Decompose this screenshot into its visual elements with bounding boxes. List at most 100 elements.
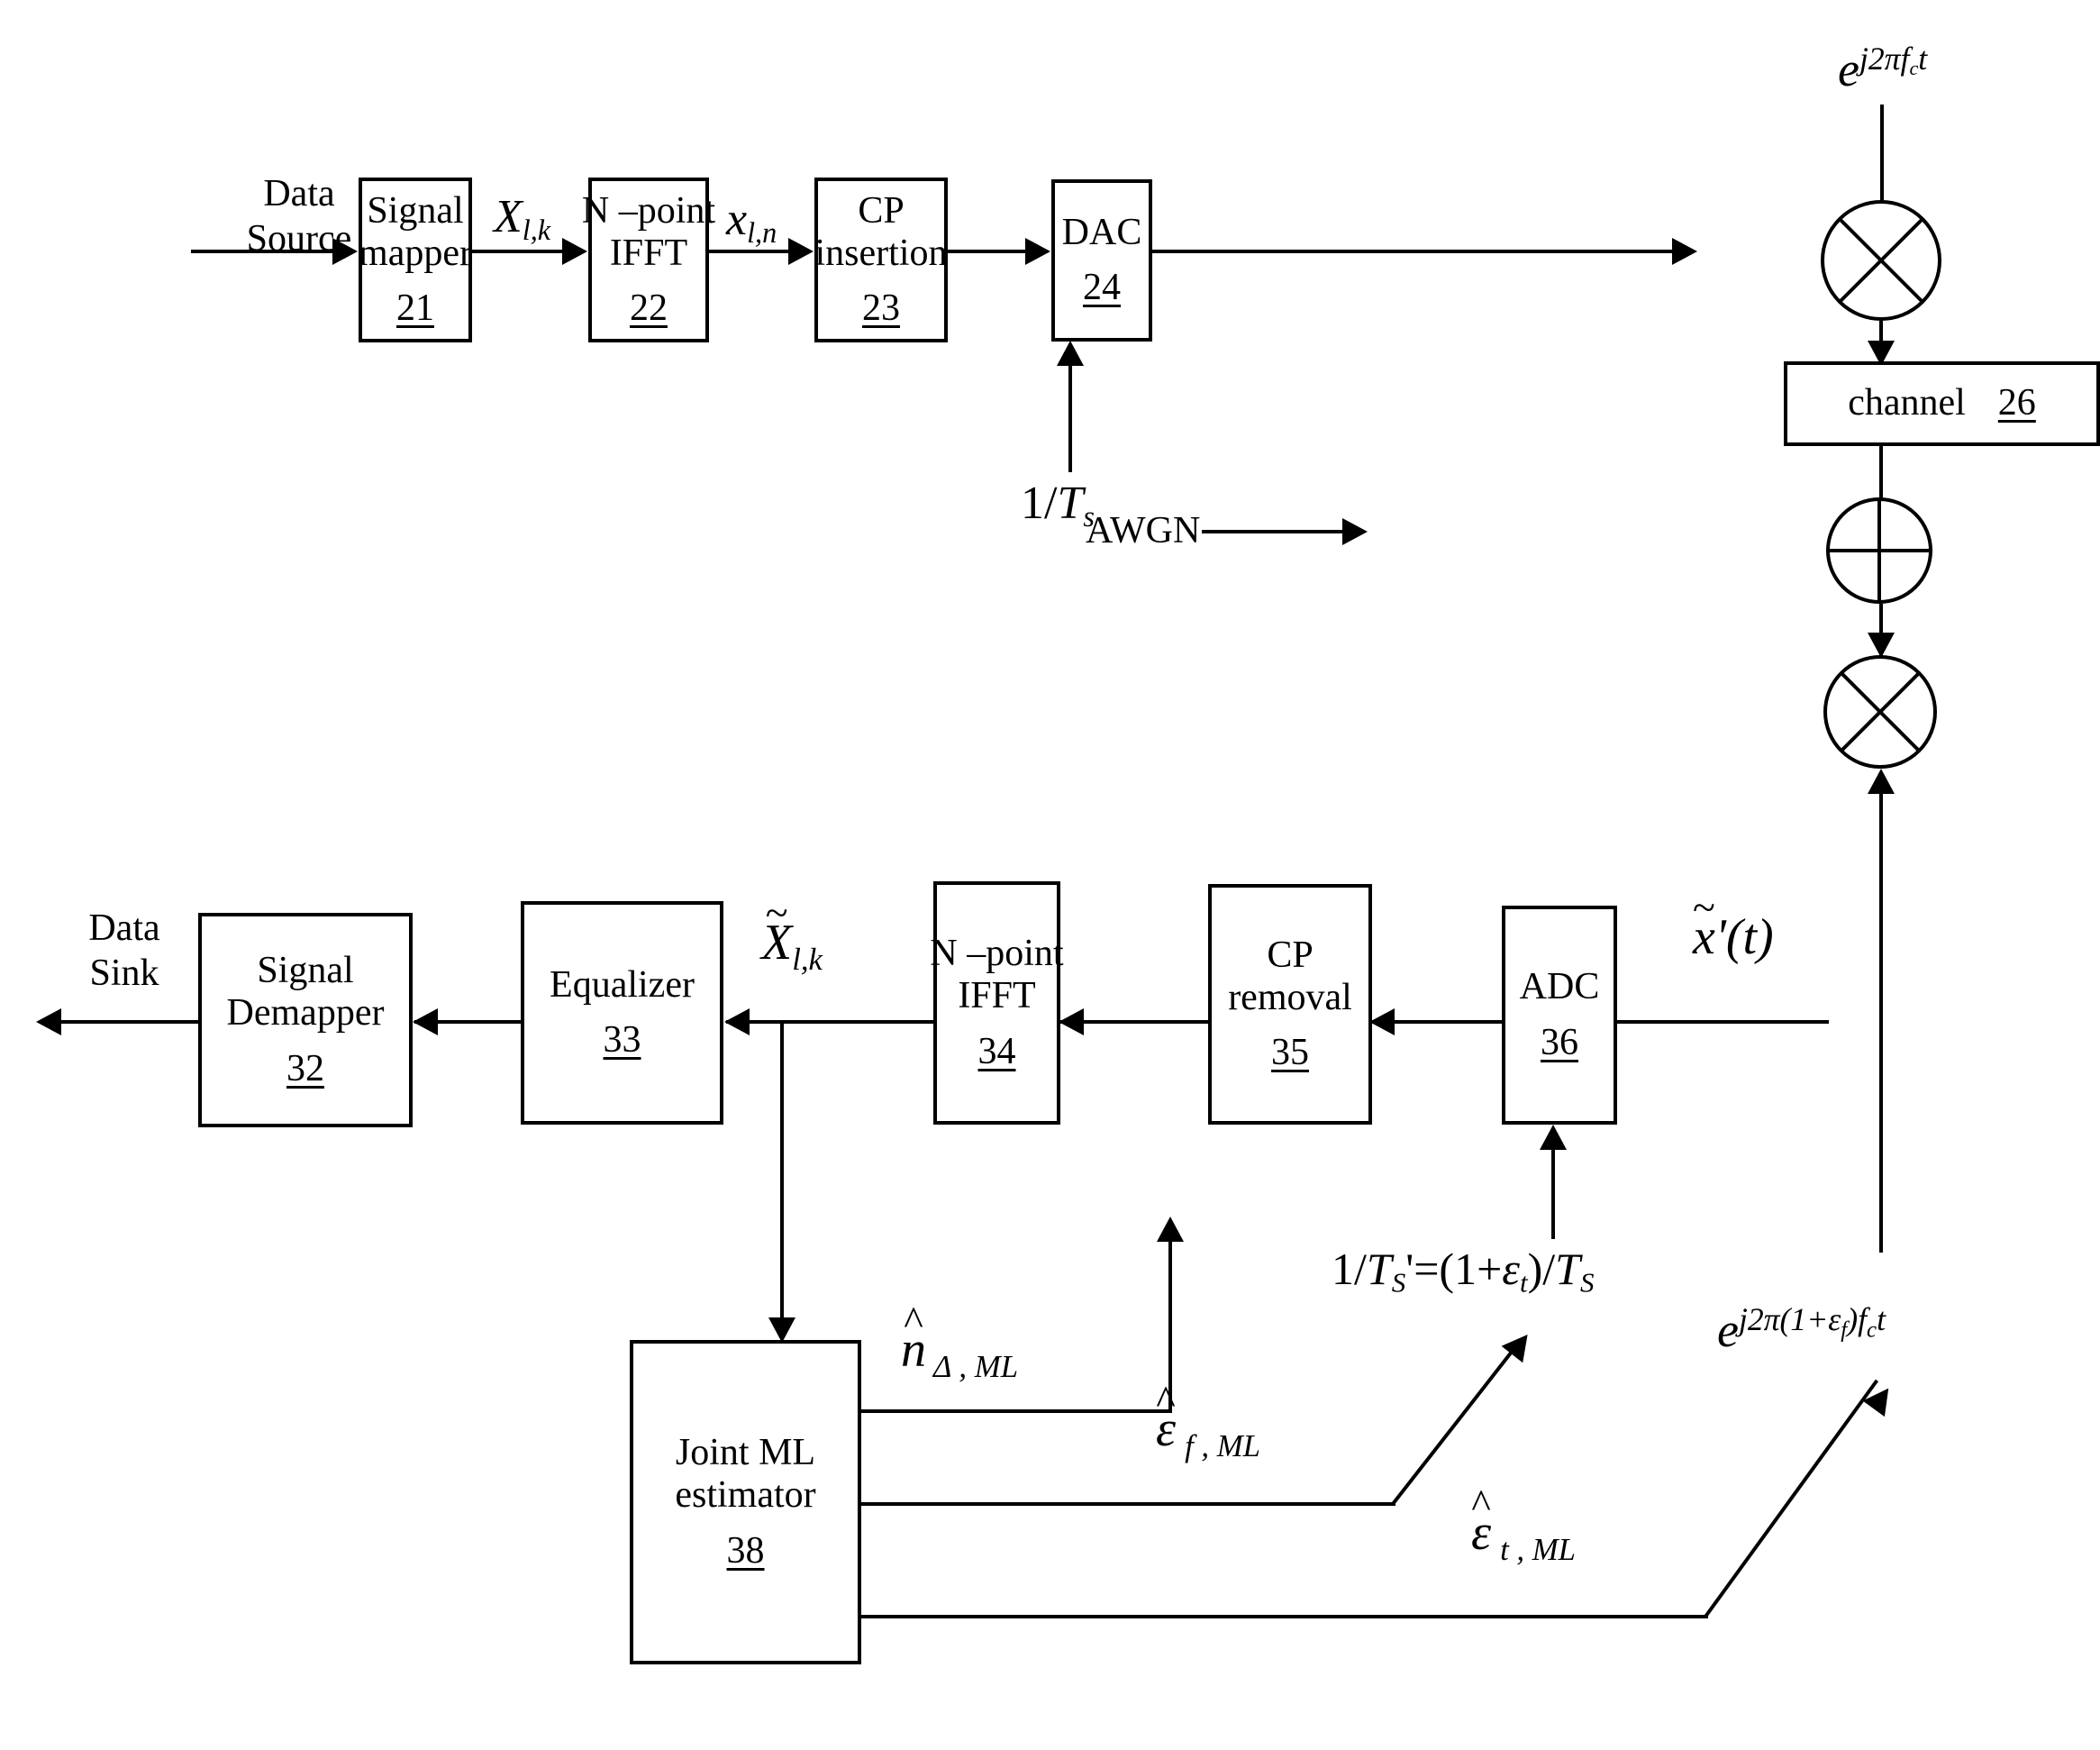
- nhat-sub: Δ , ML: [933, 1348, 1019, 1384]
- tx-carrier-exp-sub: c: [1909, 57, 1919, 80]
- block-npoint-ifft-rx[interactable]: N –point IFFT 34: [930, 881, 1064, 1125]
- wire-dac-to-mixer: [1152, 250, 1679, 253]
- block-channel[interactable]: channel 26: [1784, 361, 2100, 446]
- block-22-line1: N –point: [581, 189, 716, 232]
- signal-x-sub: l,n: [747, 216, 777, 250]
- nhat-accent-group: ^ n: [901, 1300, 926, 1375]
- block-adc[interactable]: ADC 36: [1502, 906, 1617, 1125]
- arrowhead-lo-to-downmixer: [1868, 769, 1895, 794]
- arrowhead-awgn-to-adder: [1342, 518, 1368, 545]
- arrowhead-out-epst: [1862, 1380, 1900, 1417]
- tx-carrier-exp-suffix: t: [1918, 41, 1928, 77]
- arrowhead-cprem-to-ifft34: [1059, 1008, 1084, 1035]
- arrowhead-demapper-to-sink: [36, 1008, 61, 1035]
- block-23-line1: CP: [858, 189, 905, 232]
- block-joint-ml-estimator[interactable]: Joint ML estimator 38: [630, 1340, 861, 1664]
- block-signal-demapper[interactable]: Signal Demapper 32: [198, 913, 413, 1127]
- block-21-number: 21: [396, 287, 434, 330]
- wire-adcclock-to-adc: [1551, 1149, 1555, 1239]
- xtilde-arg: (t): [1725, 909, 1774, 965]
- epshat-t-sub: t , ML: [1500, 1531, 1576, 1567]
- arrowhead-source-to-mapper: [332, 238, 358, 265]
- arrowhead-adder-to-downmixer: [1868, 633, 1895, 658]
- block-signal-mapper[interactable]: Signal mapper 21: [359, 178, 472, 342]
- arrowhead-adc-to-cprem: [1369, 1008, 1395, 1035]
- block-38-line1: Joint ML: [675, 1432, 816, 1474]
- tilde-accent-mark: ~: [1693, 883, 1715, 930]
- wire-source-to-mapper: [191, 250, 335, 253]
- block-dac[interactable]: DAC 24: [1051, 179, 1152, 342]
- wire-tap-to-estimator: [780, 1020, 784, 1326]
- wire-lo-to-downmixer: [1879, 793, 1883, 1253]
- block-24-line1: DAC: [1061, 211, 1142, 253]
- adder-awgn[interactable]: [1826, 497, 1932, 604]
- signal-X-sub: l,k: [522, 214, 551, 247]
- awgn-text: AWGN: [1086, 510, 1201, 551]
- wire-ifft34-to-equalizer: [726, 1020, 935, 1024]
- hat-accent-mark-eps-f: ^: [1156, 1377, 1176, 1424]
- block-35-line2: removal: [1228, 976, 1352, 1018]
- wire-out-epst-diagonal: [1704, 1379, 1879, 1618]
- block-npoint-ifft-tx[interactable]: N –point IFFT 22: [582, 178, 715, 342]
- arrowhead-adcclock-to-adc: [1540, 1125, 1567, 1150]
- block-34-number: 34: [977, 1030, 1016, 1072]
- signal-label-xtilde-prime: ~ x'(t): [1693, 886, 1774, 965]
- epshat-f-sub: f , ML: [1185, 1427, 1260, 1463]
- wire-cpins-to-dac: [948, 250, 1029, 253]
- block-equalizer[interactable]: Equalizer 33: [521, 901, 723, 1125]
- label-epshat-t-ml: ^ ε t , ML: [1471, 1483, 1576, 1567]
- block-38-line2: estimator: [675, 1474, 816, 1517]
- arrowhead-dac-to-mixer: [1672, 238, 1697, 265]
- epshat-f-accent-group: ^ ε: [1156, 1380, 1176, 1454]
- hat-accent-mark-eps-t: ^: [1471, 1481, 1491, 1527]
- wire-carrier-to-mixer: [1880, 105, 1884, 209]
- block-21-line2: mapper: [359, 232, 472, 274]
- block-cp-removal[interactable]: CP removal 35: [1208, 884, 1372, 1125]
- block-35-line1: CP: [1267, 934, 1314, 976]
- signal-x-base: x: [726, 194, 748, 245]
- wire-demapper-to-sink: [61, 1020, 200, 1024]
- block-22-number: 22: [630, 287, 668, 330]
- label-awgn: AWGN: [1086, 510, 1200, 552]
- block-channel-number: 26: [1997, 382, 2036, 424]
- Xtilde-sub: l,k: [792, 941, 823, 977]
- dac-clock-base: T: [1057, 478, 1084, 529]
- wire-estimator-out-n: [861, 1409, 1172, 1413]
- wire-mapper-to-ifft: [472, 250, 566, 253]
- label-rx-carrier: ej2π(1+εf)fct: [1717, 1301, 1886, 1357]
- arrowhead-out-n: [1157, 1217, 1184, 1242]
- epshat-t-accent-group: ^ ε: [1471, 1483, 1491, 1558]
- block-cp-insertion[interactable]: CP insertion 23: [814, 178, 948, 342]
- adder-plus-vertical: [1877, 497, 1881, 604]
- block-23-line2: insertion: [814, 232, 948, 274]
- block-35-number: 35: [1271, 1032, 1309, 1074]
- wire-channel-to-adder: [1879, 446, 1883, 502]
- label-nhat-delta-ml: ^ n Δ , ML: [901, 1300, 1019, 1384]
- figure-canvas: Data Source Signal mapper 21 Xl,k N –poi…: [0, 0, 2100, 1750]
- block-32-line2: Demapper: [226, 992, 385, 1035]
- mixer-downconversion[interactable]: [1823, 655, 1937, 769]
- arrowhead-equalizer-to-demapper: [413, 1008, 438, 1035]
- block-38-number: 38: [726, 1529, 765, 1572]
- data-sink-label: Data Sink: [52, 906, 196, 997]
- block-21-line1: Signal: [367, 189, 464, 232]
- wire-estimator-out-epst: [861, 1615, 1708, 1618]
- data-source-line1: Data: [263, 173, 335, 214]
- block-22-line2: IFFT: [609, 232, 688, 274]
- arrowhead-ifft34-to-equalizer: [724, 1008, 750, 1035]
- block-33-line1: Equalizer: [550, 963, 695, 1006]
- tx-carrier-base: e: [1838, 41, 1859, 96]
- block-23-number: 23: [862, 287, 900, 330]
- label-epshat-f-ml: ^ ε f , ML: [1156, 1380, 1260, 1463]
- xtilde-prime: ': [1714, 909, 1726, 965]
- tx-carrier-exp-prefix: j2πf: [1859, 41, 1910, 77]
- signal-label-X-lk: Xl,k: [494, 194, 551, 247]
- label-dac-sampling-clock: 1/Ts: [1021, 478, 1095, 532]
- signal-label-Xtilde-lk: ~ Xl,k: [761, 891, 823, 977]
- xtilde-accent-group: ~ x: [1693, 886, 1715, 962]
- block-24-number: 24: [1083, 267, 1121, 308]
- arrowhead-clock-to-dac: [1057, 341, 1084, 366]
- arrowhead-cpins-to-dac: [1025, 238, 1050, 265]
- mixer-upconversion[interactable]: [1821, 200, 1941, 321]
- arrowhead-ifft-to-cpins: [788, 238, 814, 265]
